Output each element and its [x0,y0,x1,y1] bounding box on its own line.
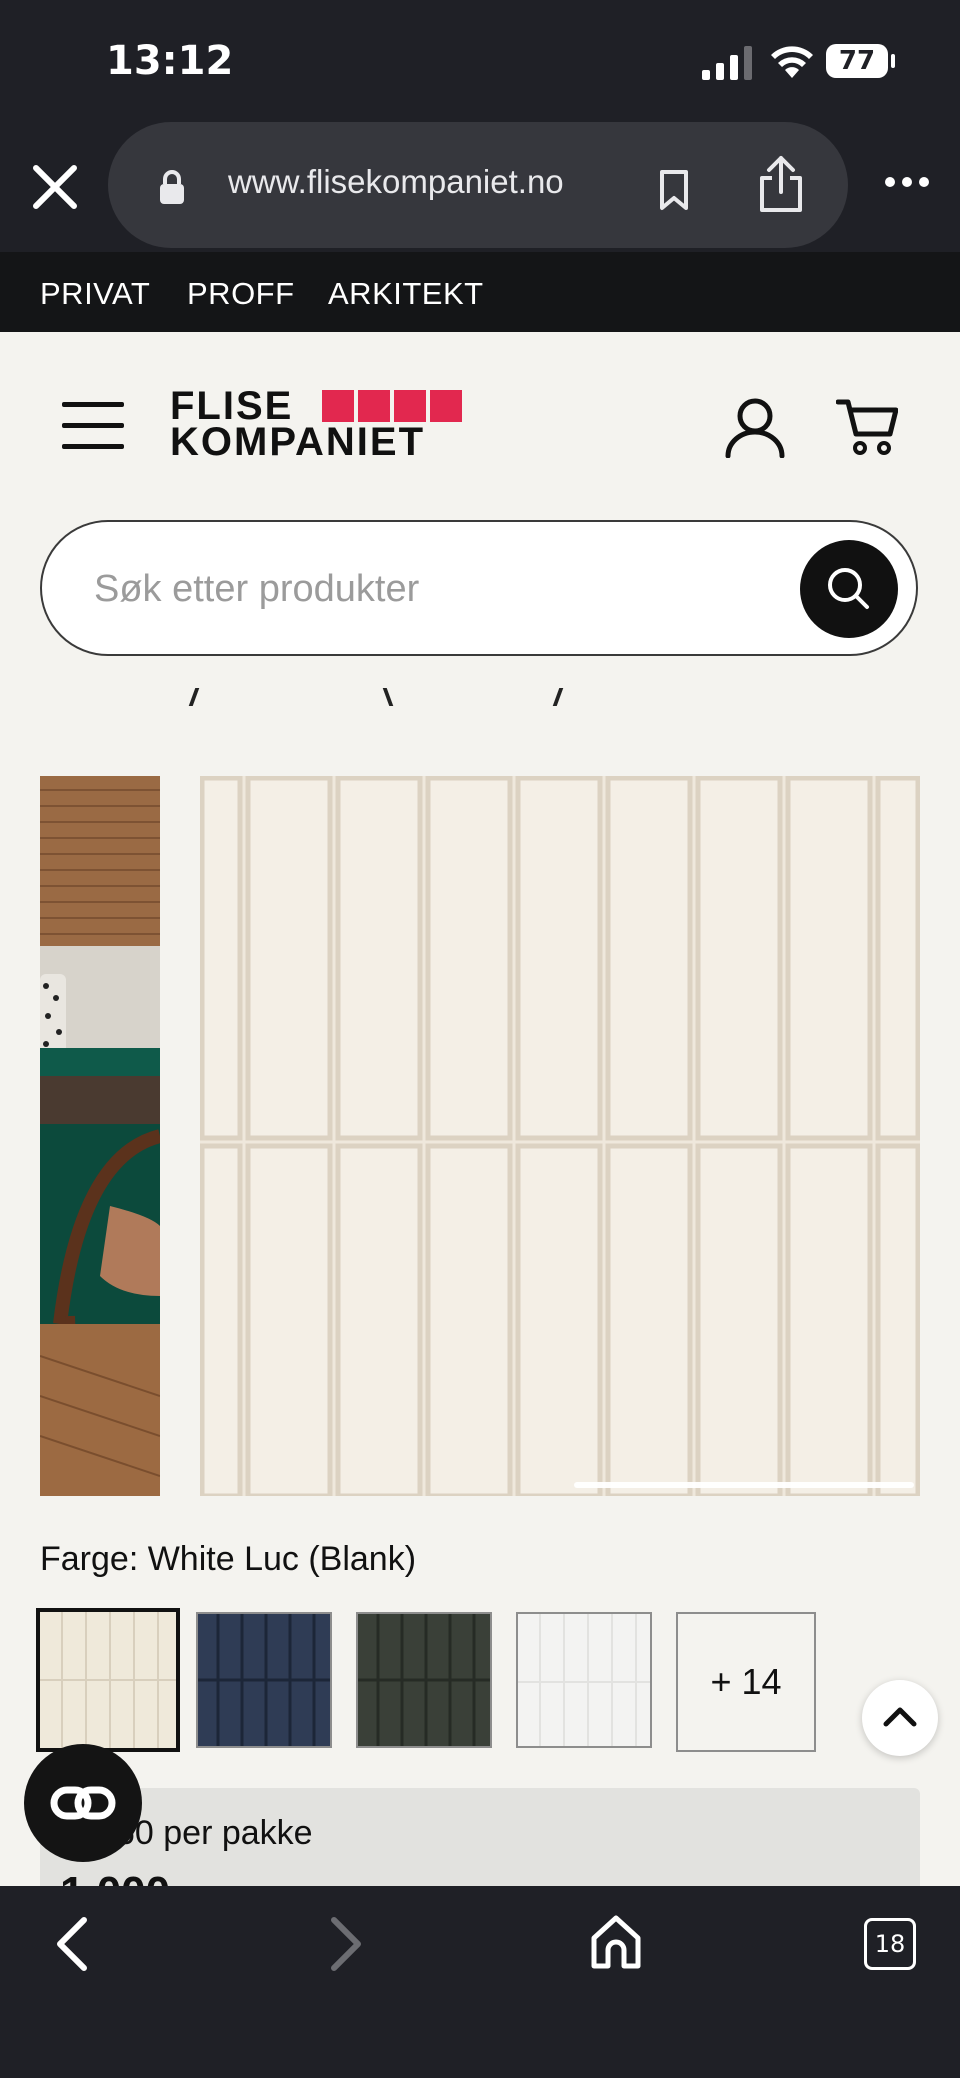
more-colors-button[interactable]: + 14 [676,1612,816,1752]
scroll-to-top-button[interactable] [862,1680,938,1756]
search-button[interactable] [800,540,898,638]
logo-square [430,390,462,422]
logo-square [322,390,354,422]
battery-indicator: 77 [826,44,888,78]
color-swatch-blue[interactable] [196,1612,332,1748]
hamburger-menu-button[interactable] [62,402,124,450]
account-icon[interactable] [724,396,786,458]
lock-icon [160,170,184,204]
chevron-up-icon [883,1707,917,1727]
battery-cap [891,54,895,68]
home-icon[interactable] [590,1914,642,1970]
color-label: Farge: White Luc (Blank) [40,1540,417,1578]
title-fragment [382,688,394,706]
close-tab-button[interactable] [28,160,82,214]
title-fragment [552,688,564,706]
share-icon[interactable] [756,154,806,214]
forward-arrow-icon[interactable] [322,1914,370,1974]
segment-privat[interactable]: PRIVAT [40,276,150,312]
bookmark-icon[interactable] [656,168,692,212]
segment-proff[interactable]: PROFF [187,276,295,312]
logo-text-line2: KOMPANIET [170,420,426,464]
cellular-signal-icon [702,46,752,80]
gallery-scroll-indicator [574,1482,914,1488]
color-swatch-white-luc[interactable] [36,1608,180,1752]
search-icon [828,568,869,609]
wifi-icon [771,46,813,78]
product-main-image[interactable] [200,776,920,1496]
back-arrow-icon[interactable] [48,1914,96,1974]
chat-button[interactable] [24,1744,142,1862]
gallery-thumbnail-interior[interactable] [40,776,160,1496]
logo-square [358,390,390,422]
title-fragment [188,688,200,706]
search-input[interactable] [92,550,796,628]
cart-icon[interactable] [836,396,898,456]
color-swatch-white[interactable] [516,1612,652,1748]
status-time: 13:12 [106,38,234,84]
url-text[interactable]: www.flisekompaniet.no [228,163,564,201]
per-pack-text: 60 per pakke [116,1814,313,1852]
segment-arkitekt[interactable]: ARKITEKT [328,276,484,312]
more-options-icon[interactable] [884,176,930,188]
browser-toolbar [0,1886,960,2078]
logo-square [394,390,426,422]
tabs-count-button[interactable]: 18 [864,1918,916,1970]
color-swatch-green[interactable] [356,1612,492,1748]
search-bar [40,520,918,656]
chat-link-icon [50,1786,116,1820]
